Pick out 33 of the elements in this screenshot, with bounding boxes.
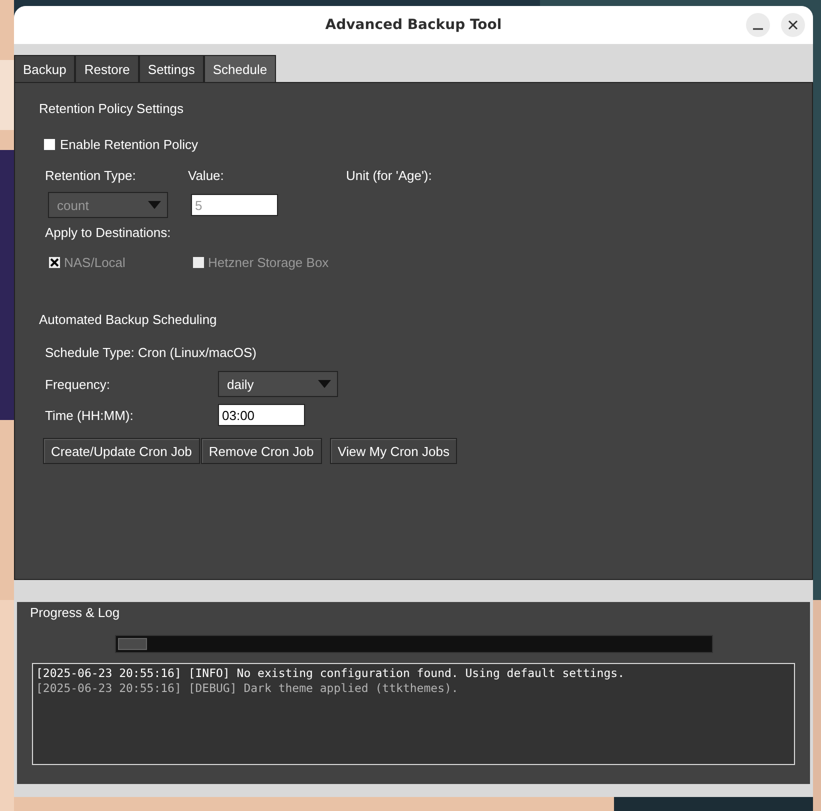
minimize-button[interactable] [746,13,770,37]
caret-icon [318,380,331,388]
minimize-icon [753,28,763,30]
action-button[interactable]: Remove Cron Job [200,438,322,464]
close-button[interactable] [781,13,805,37]
window-title: Advanced Backup Tool [325,17,502,33]
action-button[interactable]: View My Cron Jobs [330,438,458,464]
schedule-type-text: Schedule Type: Cron (Linux/macOS) [44,345,258,360]
time-field[interactable]: 03:00 [218,404,305,426]
field-label: Unit (for 'Age'): [346,168,433,183]
section-heading: Automated Backup Scheduling [39,312,218,327]
field-label: Apply to Destinations: [44,225,172,240]
action-button[interactable]: Create/Update Cron Job [43,438,200,464]
field-label: Retention Type: [45,168,137,183]
field-label: Value: [188,168,225,183]
caret-icon [148,201,161,209]
tab[interactable]: Schedule [204,55,276,82]
tab[interactable]: Settings [138,55,204,82]
section-heading: Progress & Log [30,605,121,620]
tab[interactable]: Backup [14,55,76,82]
close-icon [788,20,798,30]
checkbox[interactable] [44,139,55,150]
tab[interactable]: Restore [75,55,139,82]
log-line: [2025-06-23 20:55:16] [DEBUG] Dark theme applied (ttkthemes). [36,681,460,696]
section-heading: Retention Policy Settings [39,101,185,116]
checkbox-label: Enable Retention Policy [60,137,198,152]
log-line: [2025-06-23 20:55:16] [INFO] No existing configuration found. Using default settings. [36,666,626,681]
checkbox-label: Hetzner Storage Box [208,255,329,270]
checkbox-label: NAS/Local [64,255,126,270]
check-icon [50,258,59,267]
field-label: Time (HH:MM): [45,408,134,422]
frequency-dropdown[interactable]: daily [218,371,338,397]
field-label: Frequency: [45,376,112,392]
